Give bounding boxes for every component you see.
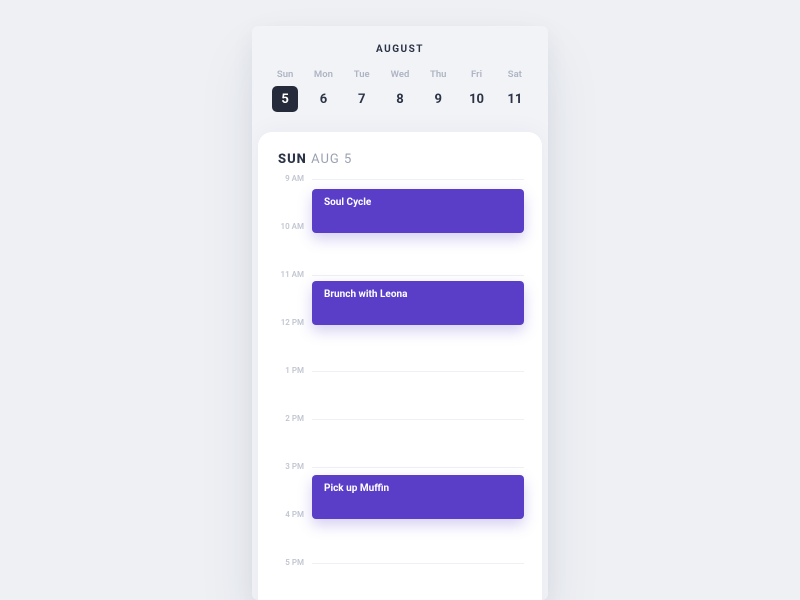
hour-gridline [312, 467, 524, 468]
week-day-number: 9 [425, 86, 451, 112]
hour-label: 3 PM [272, 462, 304, 471]
week-day-number: 10 [464, 86, 490, 112]
hour-label: 9 AM [272, 174, 304, 183]
week-day-mon[interactable]: Mon 6 [304, 69, 342, 112]
day-view-card: SUN AUG 5 9 AM10 AM11 AM12 PM1 PM2 PM3 P… [258, 132, 542, 600]
hour-gridline [312, 371, 524, 372]
calendar-event[interactable]: Brunch with Leona [312, 281, 524, 325]
week-day-thu[interactable]: Thu 9 [419, 69, 457, 112]
hour-label: 12 PM [272, 318, 304, 327]
week-day-label: Wed [391, 69, 410, 80]
day-view-date: AUG 5 [311, 152, 352, 167]
week-day-label: Fri [471, 69, 482, 80]
hour-label: 5 PM [272, 558, 304, 567]
hour-gridline [312, 179, 524, 180]
week-day-sun[interactable]: Sun 5 [266, 69, 304, 112]
week-day-number: 6 [310, 86, 336, 112]
hour-row: 10 AM [312, 227, 524, 275]
week-day-wed[interactable]: Wed 8 [381, 69, 419, 112]
hour-gridline [312, 275, 524, 276]
week-day-tue[interactable]: Tue 7 [343, 69, 381, 112]
week-day-number: 11 [502, 86, 528, 112]
calendar-app-frame: AUGUST Sun 5 Mon 6 Tue 7 Wed 8 Thu 9 Fri 10 Sat 11 SU… [252, 26, 548, 600]
month-label: AUGUST [252, 26, 548, 69]
hour-label: 10 AM [272, 222, 304, 231]
week-day-sat[interactable]: Sat 11 [496, 69, 534, 112]
hour-row: 4 PM [312, 515, 524, 563]
week-day-number: 5 [272, 86, 298, 112]
week-day-label: Tue [354, 69, 370, 80]
day-view-dow: SUN [278, 152, 307, 167]
week-day-label: Sat [508, 69, 522, 80]
week-day-label: Thu [430, 69, 446, 80]
hour-label: 1 PM [272, 366, 304, 375]
day-timeline[interactable]: 9 AM10 AM11 AM12 PM1 PM2 PM3 PM4 PM5 PMS… [258, 179, 542, 600]
hour-label: 11 AM [272, 270, 304, 279]
week-day-label: Mon [314, 69, 333, 80]
week-selector-row: Sun 5 Mon 6 Tue 7 Wed 8 Thu 9 Fri 10 Sat 11 [252, 69, 548, 132]
hour-row: 2 PM [312, 419, 524, 467]
hour-row: 12 PM [312, 323, 524, 371]
hour-row: 5 PM [312, 563, 524, 600]
hour-row: 1 PM [312, 371, 524, 419]
week-day-number: 8 [387, 86, 413, 112]
week-day-label: Sun [277, 69, 293, 80]
hour-gridline [312, 563, 524, 564]
hour-gridline [312, 419, 524, 420]
hour-label: 4 PM [272, 510, 304, 519]
week-day-number: 7 [349, 86, 375, 112]
calendar-event[interactable]: Pick up Muffin [312, 475, 524, 519]
hour-label: 2 PM [272, 414, 304, 423]
calendar-event[interactable]: Soul Cycle [312, 189, 524, 233]
week-day-fri[interactable]: Fri 10 [457, 69, 495, 112]
